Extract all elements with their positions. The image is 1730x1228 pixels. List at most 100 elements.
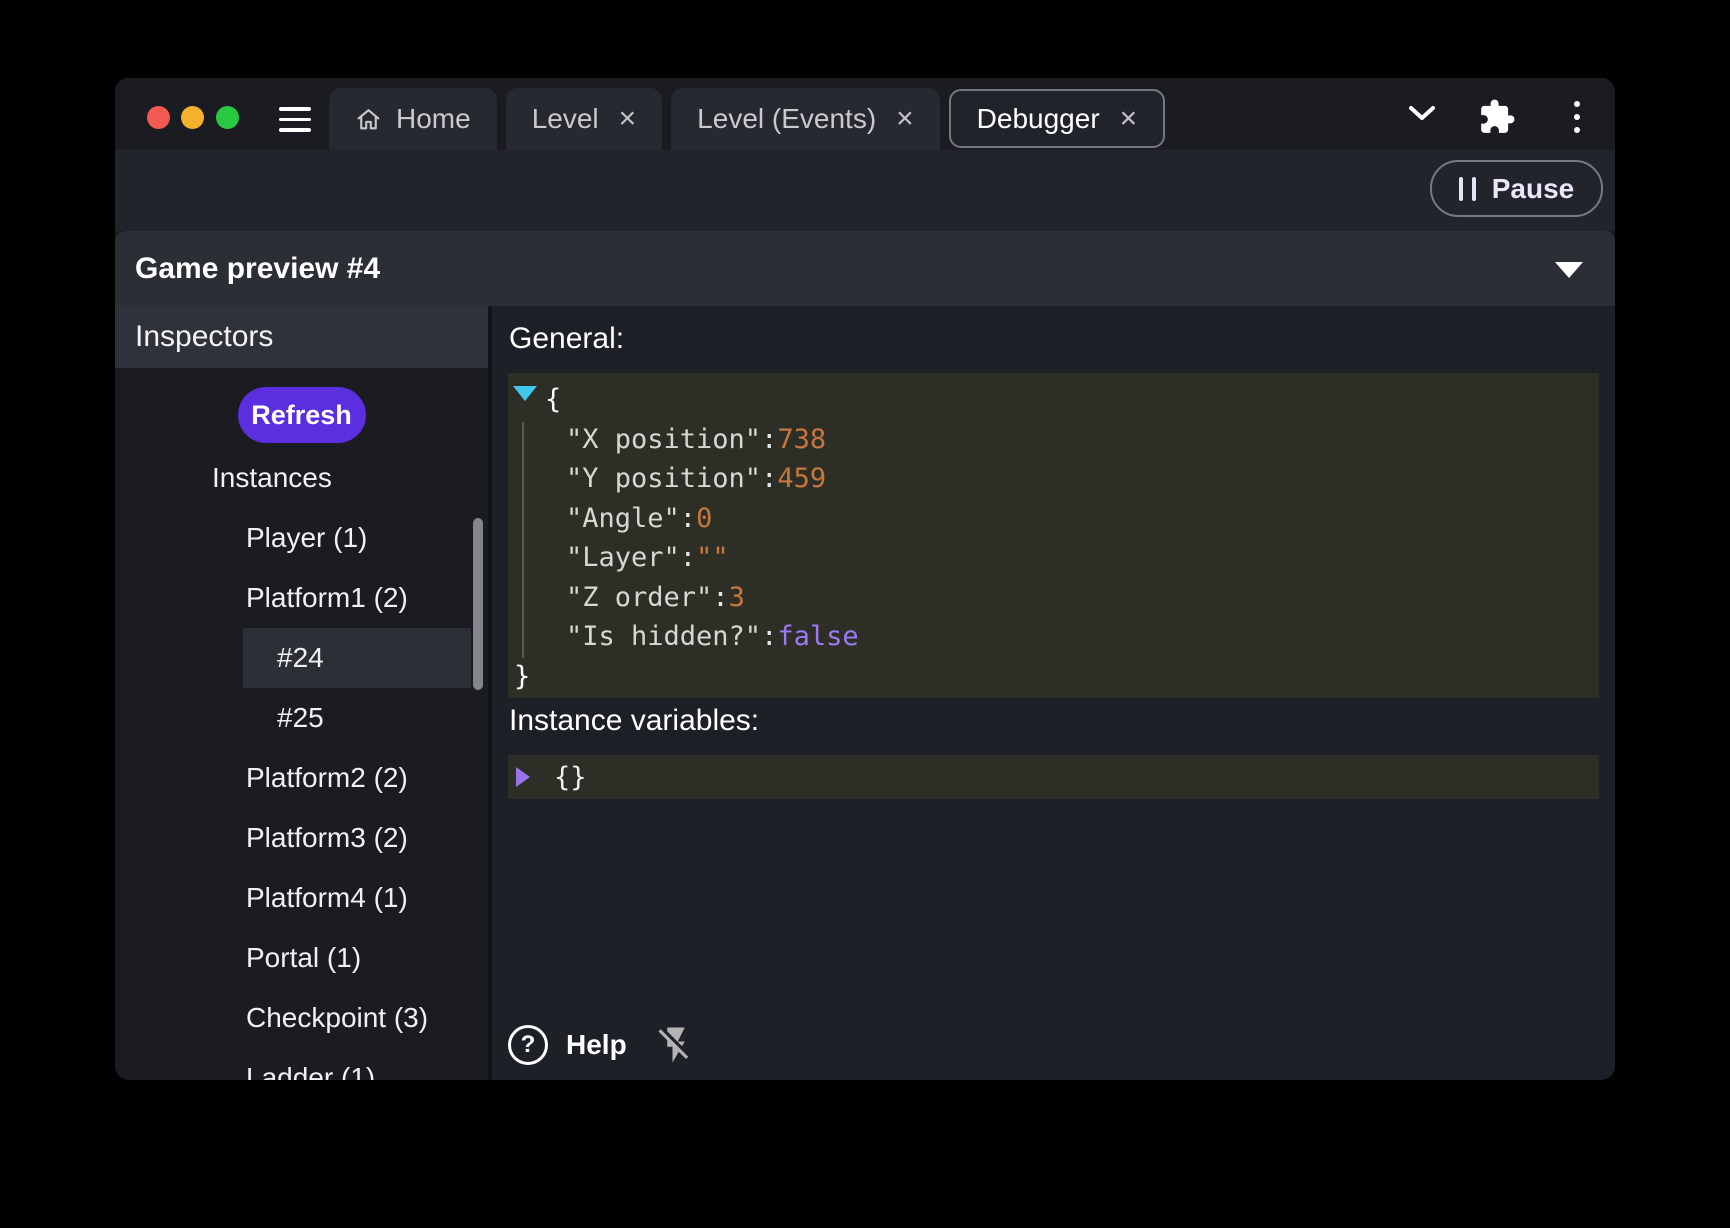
home-icon: [355, 106, 382, 133]
general-section-label: General:: [509, 322, 624, 356]
help-row: ? Help: [508, 1024, 697, 1066]
tree-item-label: Platform1 (2): [246, 582, 408, 614]
pause-bars-icon: [1459, 177, 1476, 201]
tab[interactable]: Level (Events) ×: [671, 88, 940, 150]
tree-item[interactable]: Player (1): [115, 508, 488, 568]
collapse-caret-right-icon[interactable]: [516, 767, 530, 787]
json-entry-line: "Is hidden?" : false: [508, 617, 1599, 657]
tree-item-label: Platform3 (2): [246, 822, 408, 854]
json-sep: :: [680, 503, 696, 534]
json-value: 3: [729, 582, 745, 613]
tree-item-label: Platform2 (2): [246, 762, 408, 794]
json-open-brace: {: [545, 384, 561, 415]
refresh-button[interactable]: Refresh: [238, 387, 366, 443]
json-value: "": [696, 542, 729, 573]
tree-item-label: Platform4 (1): [246, 882, 408, 914]
json-sep: :: [680, 542, 696, 573]
tab[interactable]: Debugger ×: [949, 89, 1166, 148]
inspectors-header-label: Inspectors: [135, 320, 273, 354]
instance-variables-viewer: {}: [508, 755, 1599, 799]
flash-off-icon[interactable]: [655, 1024, 697, 1066]
tree-item-label: Player (1): [246, 522, 367, 554]
kebab-menu-icon[interactable]: [1574, 101, 1580, 140]
tab[interactable]: Level ×: [506, 88, 662, 150]
json-entry-line: "X position" : 738: [508, 420, 1599, 460]
collapse-caret-down-icon[interactable]: [513, 386, 537, 401]
tree-item[interactable]: Platform1 (2): [115, 568, 488, 628]
json-entry-line: "Layer" : "": [508, 538, 1599, 578]
tree-item[interactable]: Checkpoint (3): [115, 988, 488, 1048]
pause-button-label: Pause: [1492, 173, 1575, 205]
tab-strip: Home Level × Level (Events) × Debugger ×: [329, 88, 1165, 150]
json-entry-line: "Angle" : 0: [508, 499, 1599, 539]
tree-item[interactable]: Portal (1): [115, 928, 488, 988]
tab-label: Debugger: [977, 103, 1100, 135]
tab-close-icon[interactable]: ×: [896, 104, 914, 134]
window-close-button[interactable]: [147, 106, 170, 129]
extensions-puzzle-icon[interactable]: [1478, 98, 1516, 136]
tree-item[interactable]: Platform3 (2): [115, 808, 488, 868]
tab-bar: Home Level × Level (Events) × Debugger ×: [115, 78, 1615, 150]
window-minimize-button[interactable]: [181, 106, 204, 129]
game-preview-header[interactable]: Game preview #4: [115, 231, 1615, 306]
help-question-icon[interactable]: ?: [508, 1025, 548, 1065]
hamburger-menu-icon[interactable]: [279, 107, 311, 132]
tree-item-label: Checkpoint (3): [246, 1002, 428, 1034]
tab[interactable]: Home: [329, 88, 497, 150]
indent-guide-line: [522, 422, 524, 658]
json-value: 459: [777, 463, 826, 494]
tree-item[interactable]: #24: [243, 628, 471, 688]
json-key: "Z order": [566, 582, 712, 613]
json-sep: :: [761, 424, 777, 455]
json-open-line: {: [508, 380, 1599, 420]
json-sep: :: [761, 621, 777, 652]
window-zoom-button[interactable]: [216, 106, 239, 129]
debugger-window: Home Level × Level (Events) × Debugger ×: [115, 78, 1615, 1080]
game-preview-title: Game preview #4: [135, 252, 380, 286]
json-value: false: [777, 621, 858, 652]
tree-item[interactable]: Platform2 (2): [115, 748, 488, 808]
tree-item[interactable]: Instances: [115, 448, 488, 508]
debugger-toolbar: Pause: [115, 150, 1615, 231]
general-json-viewer: { "X position" : 738 "Y position" : 459 …: [508, 373, 1599, 698]
pause-button[interactable]: Pause: [1430, 160, 1603, 217]
inspectors-sidebar: Inspectors Refresh Instances Player (1) …: [115, 306, 488, 1080]
tree-item-label: #25: [277, 702, 324, 734]
tab-label: Level (Events): [697, 103, 876, 135]
json-key: "Layer": [566, 542, 680, 573]
json-key: "Y position": [566, 463, 761, 494]
tree-item-label: Portal (1): [246, 942, 361, 974]
tree-item-label: Ladder (1): [246, 1062, 375, 1080]
instance-variables-label: Instance variables:: [509, 704, 759, 738]
tree-item-label: Instances: [212, 462, 332, 494]
json-key: "Is hidden?": [566, 621, 761, 652]
tree-item-label: #24: [277, 642, 324, 674]
json-sep: :: [712, 582, 728, 613]
sidebar-scrollbar[interactable]: [473, 518, 483, 690]
json-close-line: }: [508, 657, 1599, 697]
debugger-content: Inspectors Refresh Instances Player (1) …: [115, 306, 1615, 1080]
help-label: Help: [566, 1029, 627, 1061]
tree-item[interactable]: #25: [115, 688, 488, 748]
tab-label: Level: [532, 103, 599, 135]
json-key: "Angle": [566, 503, 680, 534]
inspectors-header: Inspectors: [115, 306, 488, 368]
json-sep: :: [761, 463, 777, 494]
json-value: 738: [777, 424, 826, 455]
inspector-detail-panel: General: { "X position" : 738 "Y positio…: [492, 306, 1615, 1080]
json-entry-line: "Y position" : 459: [508, 459, 1599, 499]
instance-tree: Instances Player (1) Platform1 (2) #24 #…: [115, 448, 488, 1080]
json-entries: "X position" : 738 "Y position" : 459 "A…: [508, 420, 1599, 657]
instance-variables-value: {}: [554, 762, 587, 793]
tab-close-icon[interactable]: ×: [1120, 104, 1138, 134]
chevron-down-icon[interactable]: [1408, 105, 1436, 122]
dropdown-triangle-icon[interactable]: [1555, 262, 1583, 278]
json-entry-line: "Z order" : 3: [508, 578, 1599, 618]
tab-label: Home: [396, 103, 471, 135]
json-close-brace: }: [514, 661, 530, 692]
json-value: 0: [696, 503, 712, 534]
tree-item[interactable]: Ladder (1): [115, 1048, 488, 1080]
tab-close-icon[interactable]: ×: [619, 104, 637, 134]
tree-item[interactable]: Platform4 (1): [115, 868, 488, 928]
json-key: "X position": [566, 424, 761, 455]
